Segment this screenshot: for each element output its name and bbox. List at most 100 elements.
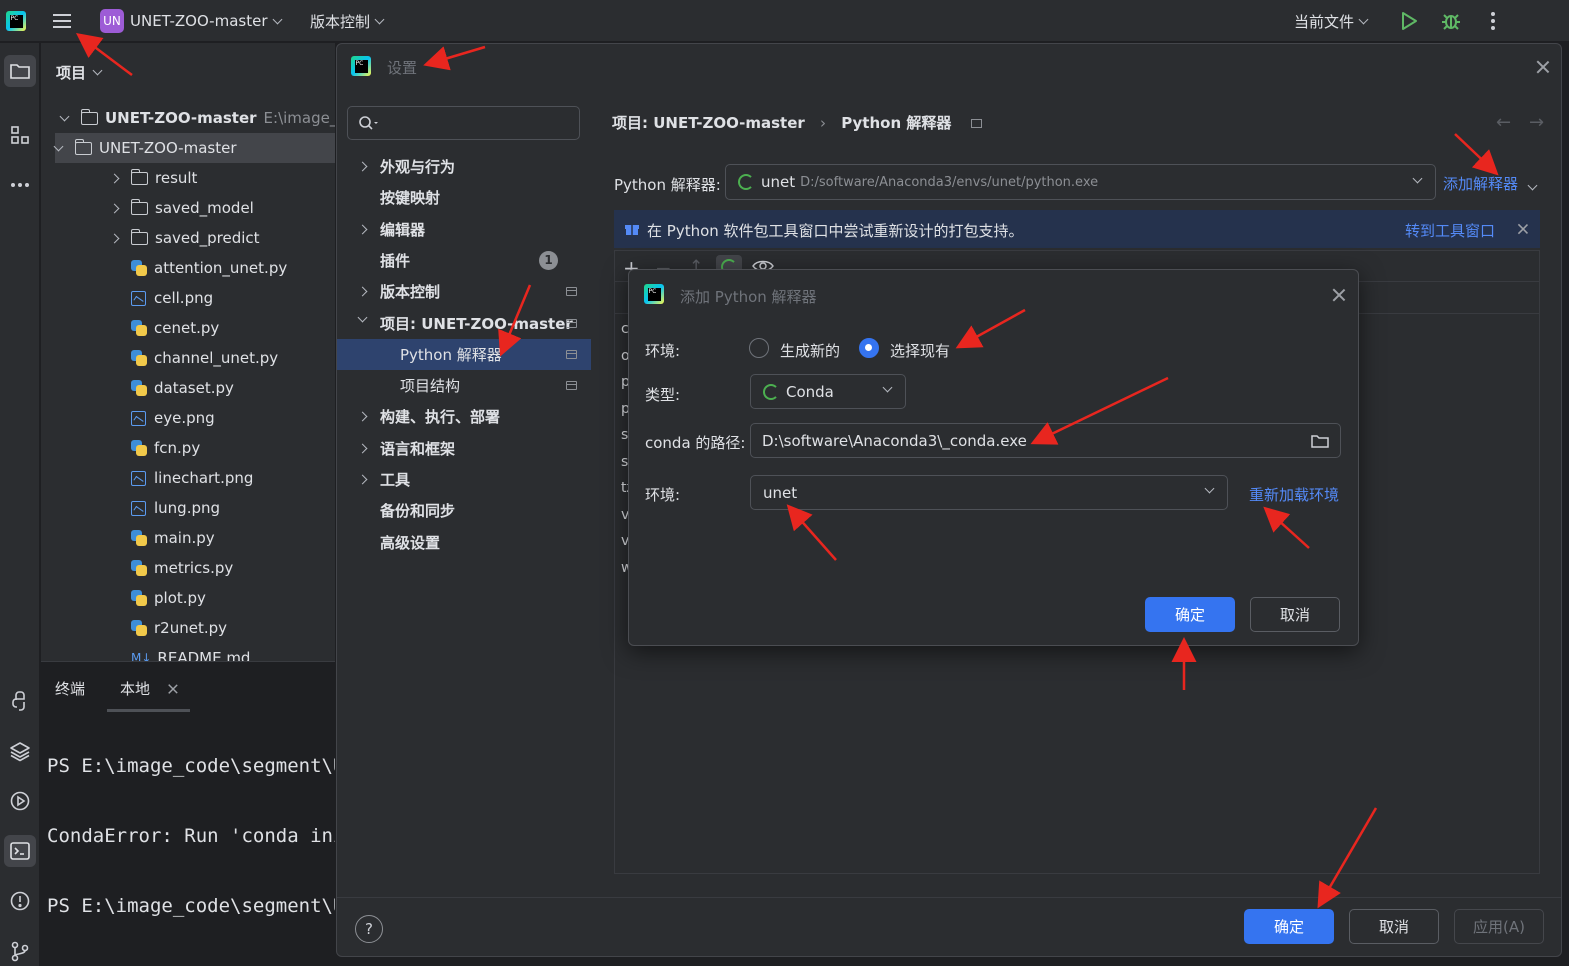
tree-item[interactable]: result [109,163,198,193]
services-icon[interactable] [4,785,36,817]
tree-item[interactable]: UNET-ZOO-master [53,133,335,163]
chevron-right-icon [357,224,368,235]
banner-link[interactable]: 转到工具窗口 [1405,220,1495,241]
radio-existing-env[interactable] [859,338,879,358]
reload-env-link[interactable]: 重新加载环境 [1249,484,1339,505]
structure-icon[interactable] [4,119,36,151]
settings-nav-item[interactable]: 插件 1 [337,245,591,276]
more-tools-icon[interactable] [4,169,36,201]
env-combobox[interactable]: unet [750,475,1228,510]
tree-item[interactable]: saved_model [109,193,254,223]
conda-path-input[interactable]: D:\software\Anaconda3\_conda.exe [750,423,1341,458]
settings-nav-label: 按键映射 [380,189,441,208]
interpreter-name: unet [761,173,796,191]
chevron-down-icon [357,312,368,322]
tree-item[interactable]: fcn.py [131,433,200,463]
folder-icon [130,228,148,245]
tree-item[interactable]: channel_unet.py [131,343,278,373]
main-menu-icon[interactable] [50,0,74,42]
chevron-right-icon[interactable] [109,203,120,213]
terminal-tab-local[interactable]: 本地 [120,678,150,699]
settings-nav-item[interactable]: 项目结构 [337,370,591,401]
project-folder-icon[interactable] [4,55,36,87]
tree-item[interactable]: linechart.png [131,463,253,493]
settings-nav-item[interactable]: 外观与行为 [337,151,591,182]
tree-item[interactable]: M↓ README.md [131,643,250,661]
settings-nav-item[interactable]: 构建、执行、部署 [337,401,591,432]
settings-nav-item[interactable]: 工具 [337,464,591,495]
chevron-right-icon[interactable] [109,233,120,243]
python-console-icon[interactable] [4,685,36,717]
tree-item[interactable]: cenet.py [131,313,219,343]
project-badge: UN [100,9,124,33]
tree-item[interactable]: dataset.py [131,373,234,403]
settings-nav-item[interactable]: 高级设置 [337,527,591,558]
terminal-icon[interactable] [4,835,36,867]
tree-root[interactable]: UNET-ZOO-master E:\image_c [59,103,335,133]
settings-ok-button[interactable]: 确定 [1244,909,1334,944]
settings-nav-item[interactable]: 编辑器 [337,214,591,245]
run-icon[interactable] [1398,0,1420,42]
project-switcher[interactable]: UN UNET-ZOO-master [100,0,282,42]
settings-nav-label: 语言和框架 [380,439,456,458]
settings-nav-item[interactable]: 按键映射 [337,182,591,213]
settings-nav-item[interactable]: 版本控制 [337,276,591,307]
layers-icon[interactable] [4,735,36,767]
settings-nav-item[interactable]: 项目: UNET-ZOO-master [337,308,591,339]
vcs-menu[interactable]: 版本控制 [310,0,385,42]
radio-new-label: 生成新的 [780,342,841,360]
settings-nav-item[interactable]: Python 解释器 [337,338,591,370]
settings-nav-item[interactable]: 语言和框架 [337,433,591,464]
radio-new-env[interactable] [749,338,769,358]
dialog-ok-button[interactable]: 确定 [1145,597,1235,632]
tree-item[interactable]: cell.png [131,283,213,313]
type-value: Conda [786,382,834,401]
tree-item[interactable]: eye.png [131,403,215,433]
tree-item[interactable]: lung.png [131,493,220,523]
gift-icon [625,224,639,235]
chevron-right-icon[interactable] [109,173,120,183]
interpreter-combobox[interactable]: unet D:/software/Anaconda3/envs/unet/pyt… [725,164,1436,200]
forward-arrow-icon[interactable]: → [1529,112,1544,133]
back-arrow-icon[interactable]: ← [1496,112,1511,133]
settings-cancel-button[interactable]: 取消 [1349,909,1439,944]
tree-item[interactable]: metrics.py [131,553,233,583]
git-branch-icon[interactable] [4,935,36,966]
run-config-selector[interactable]: 当前文件 [1294,0,1369,42]
project-name: UNET-ZOO-master [130,12,268,30]
settings-nav-item[interactable]: 备份和同步 [337,495,591,526]
settings-search-input[interactable] [347,106,580,140]
dialog-cancel-button[interactable]: 取消 [1250,597,1340,632]
tree-item-label: metrics.py [154,559,234,577]
python-file-icon [131,260,147,276]
chevron-down-icon[interactable] [53,141,64,151]
browse-folder-icon[interactable] [1310,433,1330,449]
banner-close-icon[interactable] [1517,223,1528,234]
tree-item-label: cenet.py [154,319,220,337]
close-icon[interactable] [1536,60,1550,74]
close-icon[interactable] [1332,288,1346,302]
tree-item-label: README.md [157,649,251,661]
chevron-down-icon [272,14,282,24]
tree-item[interactable]: plot.py [131,583,206,613]
tree-item[interactable]: saved_predict [109,223,260,253]
more-icon[interactable] [1486,0,1500,42]
tree-item-label: eye.png [154,409,215,427]
tree-item[interactable]: r2unet.py [131,613,227,643]
problems-icon[interactable] [4,885,36,917]
terminal-line: CondaError: Run 'conda ini [47,825,335,847]
settings-nav-label: Python 解释器 [400,345,502,364]
pycharm-logo-icon: PC [644,284,664,304]
tree-item-label: result [155,169,198,187]
tree-item-label: cell.png [154,289,214,307]
close-tab-icon[interactable] [168,684,179,695]
breadcrumb-project[interactable]: 项目: UNET-ZOO-master [612,114,805,132]
python-file-icon [131,320,147,336]
debug-icon[interactable] [1440,0,1462,42]
help-icon[interactable]: ? [355,915,383,943]
add-interpreter-link[interactable]: 添加解释器 [1443,173,1538,194]
type-combobox[interactable]: Conda [750,374,906,409]
project-view-selector[interactable]: 项目 [56,57,103,87]
tree-item[interactable]: main.py [131,523,215,553]
tree-item[interactable]: attention_unet.py [131,253,287,283]
